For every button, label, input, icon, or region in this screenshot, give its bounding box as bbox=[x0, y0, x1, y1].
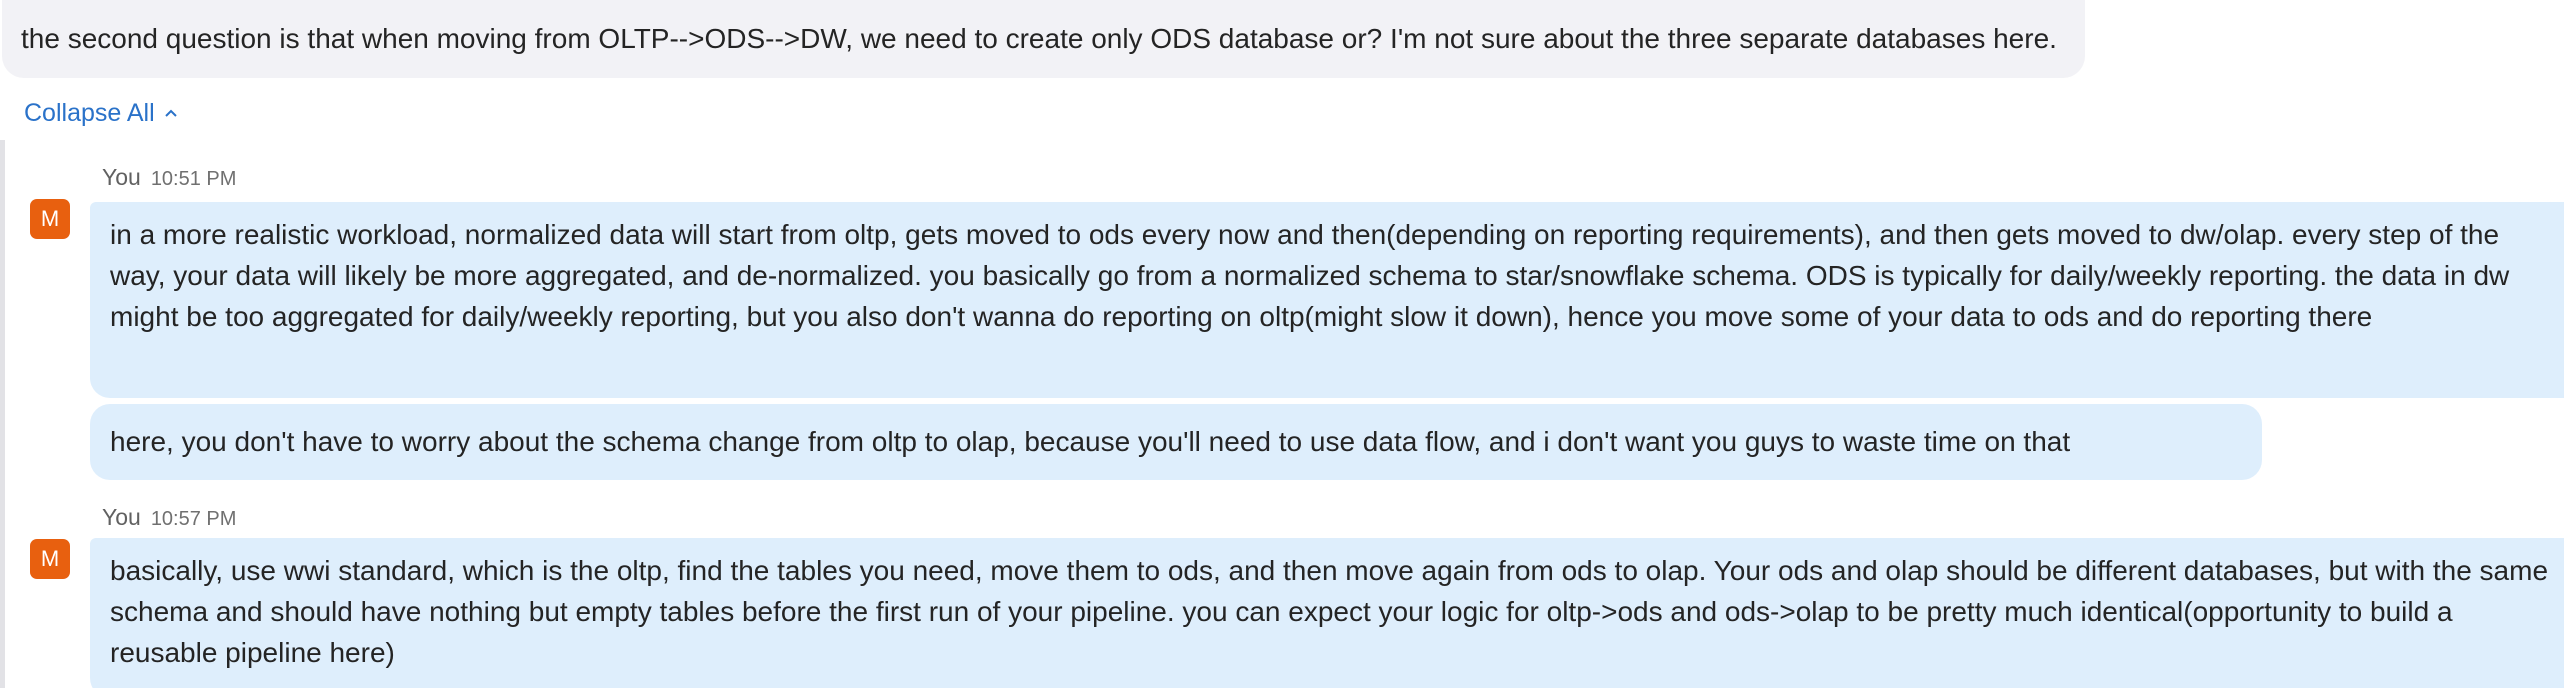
message-header: You 10:51 PM bbox=[102, 164, 236, 194]
message-text: basically, use wwi standard, which is th… bbox=[110, 555, 2549, 668]
chat-thread-view: the second question is that when moving … bbox=[0, 0, 2564, 688]
chevron-up-icon bbox=[164, 107, 177, 119]
sender-name: You bbox=[102, 164, 141, 190]
message-bubble[interactable]: here, you don't have to worry about the … bbox=[90, 404, 2262, 480]
avatar-initial: M bbox=[40, 206, 60, 231]
message-text: in a more realistic workload, normalized… bbox=[110, 219, 2510, 332]
message-timestamp: 10:51 PM bbox=[150, 168, 237, 190]
question-message-bubble[interactable]: the second question is that when moving … bbox=[2, 0, 2085, 78]
sender-name: You bbox=[102, 504, 141, 530]
avatar-initial: M bbox=[40, 546, 60, 571]
thread-indent-line bbox=[0, 140, 5, 688]
message-text: here, you don't have to worry about the … bbox=[110, 426, 2071, 457]
message-timestamp: 10:57 PM bbox=[150, 508, 237, 530]
avatar[interactable]: M bbox=[30, 539, 70, 579]
question-message-text: the second question is that when moving … bbox=[21, 23, 2057, 54]
message-bubble[interactable]: in a more realistic workload, normalized… bbox=[90, 202, 2564, 398]
avatar[interactable]: M bbox=[30, 199, 70, 239]
collapse-all-label: Collapse All bbox=[24, 98, 155, 127]
message-bubble[interactable]: basically, use wwi standard, which is th… bbox=[90, 538, 2564, 688]
message-header: You 10:57 PM bbox=[102, 504, 236, 534]
collapse-all-button[interactable]: Collapse All bbox=[24, 96, 177, 130]
